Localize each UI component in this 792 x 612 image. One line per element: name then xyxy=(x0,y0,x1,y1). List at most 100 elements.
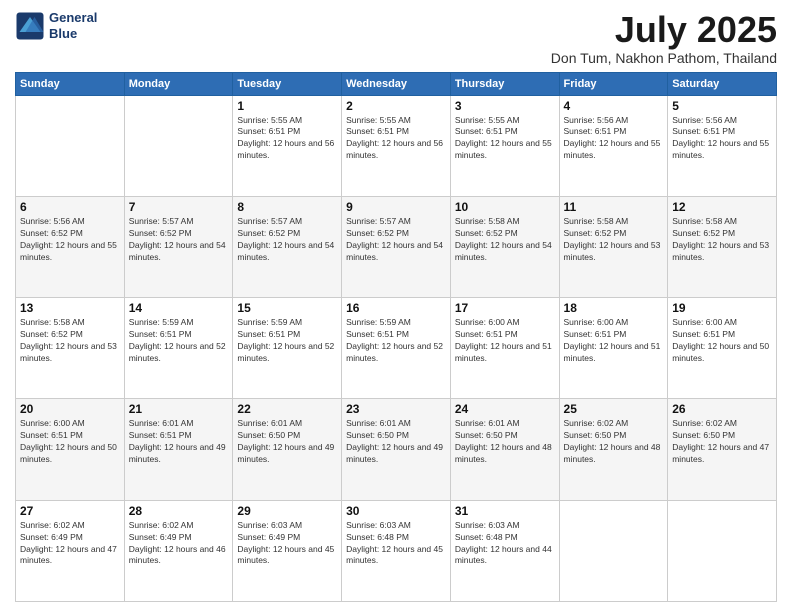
cell-info: Sunrise: 5:57 AM Sunset: 6:52 PM Dayligh… xyxy=(237,216,337,264)
cell-info: Sunrise: 5:57 AM Sunset: 6:52 PM Dayligh… xyxy=(346,216,446,264)
day-number: 14 xyxy=(129,301,229,315)
calendar-cell: 5 Sunrise: 5:56 AM Sunset: 6:51 PM Daylig… xyxy=(668,95,777,196)
day-number: 28 xyxy=(129,504,229,518)
cell-info: Sunrise: 6:02 AM Sunset: 6:50 PM Dayligh… xyxy=(672,418,772,466)
day-number: 26 xyxy=(672,402,772,416)
cell-info: Sunrise: 5:59 AM Sunset: 6:51 PM Dayligh… xyxy=(237,317,337,365)
weekday-header-saturday: Saturday xyxy=(668,72,777,95)
day-number: 9 xyxy=(346,200,446,214)
calendar-cell: 23 Sunrise: 6:01 AM Sunset: 6:50 PM Dayli… xyxy=(342,399,451,500)
calendar-cell: 17 Sunrise: 6:00 AM Sunset: 6:51 PM Dayli… xyxy=(450,298,559,399)
calendar-cell xyxy=(16,95,125,196)
location-title: Don Tum, Nakhon Pathom, Thailand xyxy=(551,50,777,66)
day-number: 15 xyxy=(237,301,337,315)
calendar-cell: 16 Sunrise: 5:59 AM Sunset: 6:51 PM Dayli… xyxy=(342,298,451,399)
day-number: 19 xyxy=(672,301,772,315)
header: General Blue July 2025 Don Tum, Nakhon P… xyxy=(15,10,777,66)
day-number: 2 xyxy=(346,99,446,113)
calendar-cell: 26 Sunrise: 6:02 AM Sunset: 6:50 PM Dayli… xyxy=(668,399,777,500)
day-number: 18 xyxy=(564,301,664,315)
calendar-week-row: 1 Sunrise: 5:55 AM Sunset: 6:51 PM Daylig… xyxy=(16,95,777,196)
page: General Blue July 2025 Don Tum, Nakhon P… xyxy=(0,0,792,612)
calendar-cell: 3Sunrise: 5:55 AM Sunset: 6:51 PM Daylig… xyxy=(450,95,559,196)
calendar-cell: 2 Sunrise: 5:55 AM Sunset: 6:51 PM Daylig… xyxy=(342,95,451,196)
month-title: July 2025 xyxy=(551,10,777,50)
calendar-cell: 20 Sunrise: 6:00 AM Sunset: 6:51 PM Dayli… xyxy=(16,399,125,500)
day-number: 22 xyxy=(237,402,337,416)
cell-info: Sunrise: 6:01 AM Sunset: 6:50 PM Dayligh… xyxy=(346,418,446,466)
calendar-cell: 15 Sunrise: 5:59 AM Sunset: 6:51 PM Dayli… xyxy=(233,298,342,399)
cell-info: Sunrise: 5:59 AM Sunset: 6:51 PM Dayligh… xyxy=(129,317,229,365)
cell-info: Sunrise: 6:00 AM Sunset: 6:51 PM Dayligh… xyxy=(564,317,664,365)
calendar-cell: 30 Sunrise: 6:03 AM Sunset: 6:48 PM Dayli… xyxy=(342,500,451,601)
cell-info: Sunrise: 6:02 AM Sunset: 6:49 PM Dayligh… xyxy=(129,520,229,568)
cell-info: Sunrise: 6:01 AM Sunset: 6:50 PM Dayligh… xyxy=(237,418,337,466)
calendar-cell: 21Sunrise: 6:01 AM Sunset: 6:51 PM Dayli… xyxy=(124,399,233,500)
cell-info: Sunrise: 5:56 AM Sunset: 6:52 PM Dayligh… xyxy=(20,216,120,264)
logo-text: General Blue xyxy=(49,10,97,41)
calendar-cell: 14 Sunrise: 5:59 AM Sunset: 6:51 PM Dayli… xyxy=(124,298,233,399)
calendar-cell xyxy=(559,500,668,601)
day-number: 12 xyxy=(672,200,772,214)
cell-info: Sunrise: 6:03 AM Sunset: 6:48 PM Dayligh… xyxy=(455,520,555,568)
weekday-header-friday: Friday xyxy=(559,72,668,95)
cell-info: Sunrise: 5:58 AM Sunset: 6:52 PM Dayligh… xyxy=(672,216,772,264)
logo: General Blue xyxy=(15,10,97,41)
cell-info: Sunrise: 5:55 AM Sunset: 6:51 PM Dayligh… xyxy=(346,115,446,163)
day-number: 4 xyxy=(564,99,664,113)
cell-info: Sunrise: 5:55 AM Sunset: 6:51 PM Dayligh… xyxy=(237,115,337,163)
calendar-cell: 18 Sunrise: 6:00 AM Sunset: 6:51 PM Dayli… xyxy=(559,298,668,399)
cell-info: Sunrise: 5:58 AM Sunset: 6:52 PM Dayligh… xyxy=(20,317,120,365)
calendar-cell: 13Sunrise: 5:58 AM Sunset: 6:52 PM Dayli… xyxy=(16,298,125,399)
calendar-cell: 10Sunrise: 5:58 AM Sunset: 6:52 PM Dayli… xyxy=(450,196,559,297)
cell-info: Sunrise: 5:56 AM Sunset: 6:51 PM Dayligh… xyxy=(672,115,772,163)
day-number: 24 xyxy=(455,402,555,416)
calendar-cell: 22 Sunrise: 6:01 AM Sunset: 6:50 PM Dayli… xyxy=(233,399,342,500)
logo-line1: General xyxy=(49,10,97,26)
calendar-cell: 29Sunrise: 6:03 AM Sunset: 6:49 PM Dayli… xyxy=(233,500,342,601)
cell-info: Sunrise: 6:00 AM Sunset: 6:51 PM Dayligh… xyxy=(455,317,555,365)
day-number: 3 xyxy=(455,99,555,113)
calendar-cell xyxy=(124,95,233,196)
cell-info: Sunrise: 5:56 AM Sunset: 6:51 PM Dayligh… xyxy=(564,115,664,163)
calendar-week-row: 6 Sunrise: 5:56 AM Sunset: 6:52 PM Daylig… xyxy=(16,196,777,297)
day-number: 20 xyxy=(20,402,120,416)
weekday-header-tuesday: Tuesday xyxy=(233,72,342,95)
cell-info: Sunrise: 6:00 AM Sunset: 6:51 PM Dayligh… xyxy=(20,418,120,466)
calendar-week-row: 13Sunrise: 5:58 AM Sunset: 6:52 PM Dayli… xyxy=(16,298,777,399)
cell-info: Sunrise: 5:59 AM Sunset: 6:51 PM Dayligh… xyxy=(346,317,446,365)
day-number: 7 xyxy=(129,200,229,214)
weekday-header-wednesday: Wednesday xyxy=(342,72,451,95)
day-number: 16 xyxy=(346,301,446,315)
weekday-header-monday: Monday xyxy=(124,72,233,95)
day-number: 23 xyxy=(346,402,446,416)
weekday-header-row: SundayMondayTuesdayWednesdayThursdayFrid… xyxy=(16,72,777,95)
day-number: 21 xyxy=(129,402,229,416)
logo-icon xyxy=(15,11,45,41)
day-number: 1 xyxy=(237,99,337,113)
calendar-table: SundayMondayTuesdayWednesdayThursdayFrid… xyxy=(15,72,777,602)
calendar-cell: 19Sunrise: 6:00 AM Sunset: 6:51 PM Dayli… xyxy=(668,298,777,399)
day-number: 25 xyxy=(564,402,664,416)
logo-line2: Blue xyxy=(49,26,97,42)
calendar-cell xyxy=(668,500,777,601)
weekday-header-sunday: Sunday xyxy=(16,72,125,95)
day-number: 27 xyxy=(20,504,120,518)
calendar-cell: 12 Sunrise: 5:58 AM Sunset: 6:52 PM Dayli… xyxy=(668,196,777,297)
calendar-cell: 6 Sunrise: 5:56 AM Sunset: 6:52 PM Daylig… xyxy=(16,196,125,297)
cell-info: Sunrise: 6:01 AM Sunset: 6:50 PM Dayligh… xyxy=(455,418,555,466)
cell-info: Sunrise: 5:58 AM Sunset: 6:52 PM Dayligh… xyxy=(455,216,555,264)
day-number: 8 xyxy=(237,200,337,214)
calendar-cell: 1 Sunrise: 5:55 AM Sunset: 6:51 PM Daylig… xyxy=(233,95,342,196)
cell-info: Sunrise: 5:57 AM Sunset: 6:52 PM Dayligh… xyxy=(129,216,229,264)
day-number: 29 xyxy=(237,504,337,518)
calendar-week-row: 20 Sunrise: 6:00 AM Sunset: 6:51 PM Dayli… xyxy=(16,399,777,500)
calendar-cell: 7 Sunrise: 5:57 AM Sunset: 6:52 PM Daylig… xyxy=(124,196,233,297)
day-number: 5 xyxy=(672,99,772,113)
day-number: 30 xyxy=(346,504,446,518)
day-number: 11 xyxy=(564,200,664,214)
day-number: 17 xyxy=(455,301,555,315)
day-number: 6 xyxy=(20,200,120,214)
day-number: 31 xyxy=(455,504,555,518)
cell-info: Sunrise: 6:03 AM Sunset: 6:48 PM Dayligh… xyxy=(346,520,446,568)
